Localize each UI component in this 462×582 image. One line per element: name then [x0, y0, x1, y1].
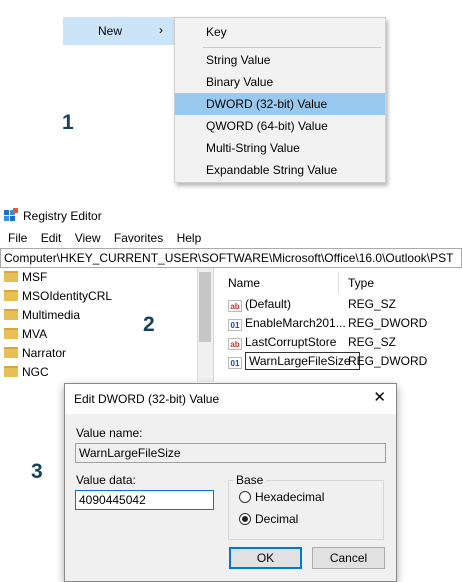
- value-name: EnableMarch201...: [245, 316, 346, 330]
- radio-hexadecimal[interactable]: Hexadecimal: [239, 490, 324, 504]
- tree-item-label: MSOIdentityCRL: [22, 289, 113, 303]
- value-type: REG_DWORD: [348, 354, 428, 368]
- window-title-text: Registry Editor: [23, 209, 102, 223]
- value-type: REG_SZ: [348, 335, 397, 349]
- string-value-icon: ab: [228, 300, 242, 312]
- submenu-item-dword-value[interactable]: DWORD (32-bit) Value: [175, 93, 385, 115]
- column-header-type[interactable]: Type: [348, 274, 374, 292]
- registry-editor-icon: [4, 208, 18, 222]
- folder-icon: [4, 290, 18, 301]
- column-header-name[interactable]: Name: [228, 274, 260, 292]
- step-number-1: 1: [62, 111, 74, 134]
- tree-item-multimedia[interactable]: Multimedia: [4, 306, 80, 324]
- dialog-titlebar: Edit DWORD (32-bit) Value ✕: [65, 384, 396, 414]
- value-row[interactable]: 01 EnableMarch201... REG_DWORD: [228, 314, 462, 332]
- new-submenu: Key String Value Binary Value DWORD (32-…: [174, 17, 386, 183]
- decimal-label: Decimal: [255, 512, 299, 526]
- tree-item-label: Multimedia: [22, 308, 81, 322]
- menu-edit[interactable]: Edit: [41, 231, 62, 245]
- new-menu-item[interactable]: New ›: [63, 17, 175, 45]
- submenu-separator: [203, 47, 381, 48]
- submenu-item-expandable-string-value[interactable]: Expandable String Value: [175, 159, 385, 181]
- value-type: REG_DWORD: [348, 316, 428, 330]
- tree-item-label: Narrator: [22, 346, 67, 360]
- tree-item-label: NGC: [22, 365, 49, 379]
- scrollbar-thumb[interactable]: [199, 272, 211, 342]
- string-value-icon: ab: [228, 338, 242, 350]
- rename-input[interactable]: WarnLargeFileSize: [245, 352, 360, 370]
- binary-value-icon: 01: [228, 357, 242, 369]
- chevron-right-icon: ›: [159, 23, 163, 37]
- dialog-title: Edit DWORD (32-bit) Value: [74, 392, 220, 406]
- tree-item-ngc[interactable]: NGC: [4, 363, 49, 381]
- value-row-editing[interactable]: 01 WarnLargeFileSize REG_DWORD: [228, 352, 462, 370]
- cancel-button[interactable]: Cancel: [312, 547, 385, 569]
- folder-icon: [4, 309, 18, 320]
- folder-icon: [4, 328, 18, 339]
- tree-item-label: MVA: [22, 327, 48, 341]
- binary-value-icon: 01: [228, 319, 242, 331]
- value-data-label: Value data:: [76, 473, 136, 487]
- value-name: LastCorruptStore: [245, 335, 337, 349]
- menu-favorites[interactable]: Favorites: [114, 231, 163, 245]
- window-title: Registry Editor: [4, 208, 102, 224]
- submenu-item-multi-string-value[interactable]: Multi-String Value: [175, 137, 385, 159]
- value-name: (Default): [245, 297, 292, 311]
- value-row[interactable]: ab (Default) REG_SZ: [228, 295, 462, 313]
- ok-button[interactable]: OK: [229, 547, 302, 569]
- value-name-field[interactable]: WarnLargeFileSize: [75, 443, 386, 463]
- submenu-item-qword-value[interactable]: QWORD (64-bit) Value: [175, 115, 385, 137]
- submenu-item-key[interactable]: Key: [175, 21, 385, 43]
- tree-item-mva[interactable]: MVA: [4, 325, 47, 343]
- value-data-input[interactable]: 4090445042: [75, 490, 214, 510]
- new-menu-label: New: [98, 24, 123, 38]
- edit-dword-dialog: Edit DWORD (32-bit) Value ✕ Value name: …: [64, 383, 397, 582]
- base-group: [228, 480, 384, 540]
- value-name-label: Value name:: [76, 426, 143, 440]
- folder-icon: [4, 271, 18, 282]
- values-list: Name Type ab (Default) REG_SZ 01 EnableMar…: [220, 268, 462, 382]
- tree-item-msf[interactable]: MSF: [4, 268, 47, 286]
- hexadecimal-label: Hexadecimal: [255, 490, 325, 504]
- address-bar[interactable]: Computer\HKEY_CURRENT_USER\SOFTWARE\Micr…: [0, 248, 462, 268]
- folder-icon: [4, 347, 18, 358]
- menu-file[interactable]: File: [8, 231, 27, 245]
- step-number-3: 3: [31, 460, 43, 483]
- folder-icon: [4, 366, 18, 377]
- submenu-item-binary-value[interactable]: Binary Value: [175, 71, 385, 93]
- radio-selected-icon: [239, 513, 251, 525]
- tree-item-narrator[interactable]: Narrator: [4, 344, 66, 362]
- close-icon[interactable]: ✕: [373, 388, 386, 408]
- tree-scrollbar[interactable]: [197, 268, 213, 382]
- column-divider[interactable]: [338, 272, 339, 294]
- submenu-item-string-value[interactable]: String Value: [175, 49, 385, 71]
- base-label: Base: [233, 473, 267, 487]
- menu-bar: File Edit View Favorites Help: [8, 230, 211, 246]
- radio-unselected-icon: [239, 491, 251, 503]
- value-type: REG_SZ: [348, 297, 397, 311]
- tree-item-label: MSF: [22, 270, 48, 284]
- menu-view[interactable]: View: [75, 231, 101, 245]
- value-row[interactable]: ab LastCorruptStore REG_SZ: [228, 333, 462, 351]
- radio-decimal[interactable]: Decimal: [239, 512, 298, 526]
- key-tree: MSF MSOIdentityCRL Multimedia MVA Narrat…: [0, 268, 214, 382]
- menu-help[interactable]: Help: [177, 231, 202, 245]
- tree-item-msoidentitycrl[interactable]: MSOIdentityCRL: [4, 287, 112, 305]
